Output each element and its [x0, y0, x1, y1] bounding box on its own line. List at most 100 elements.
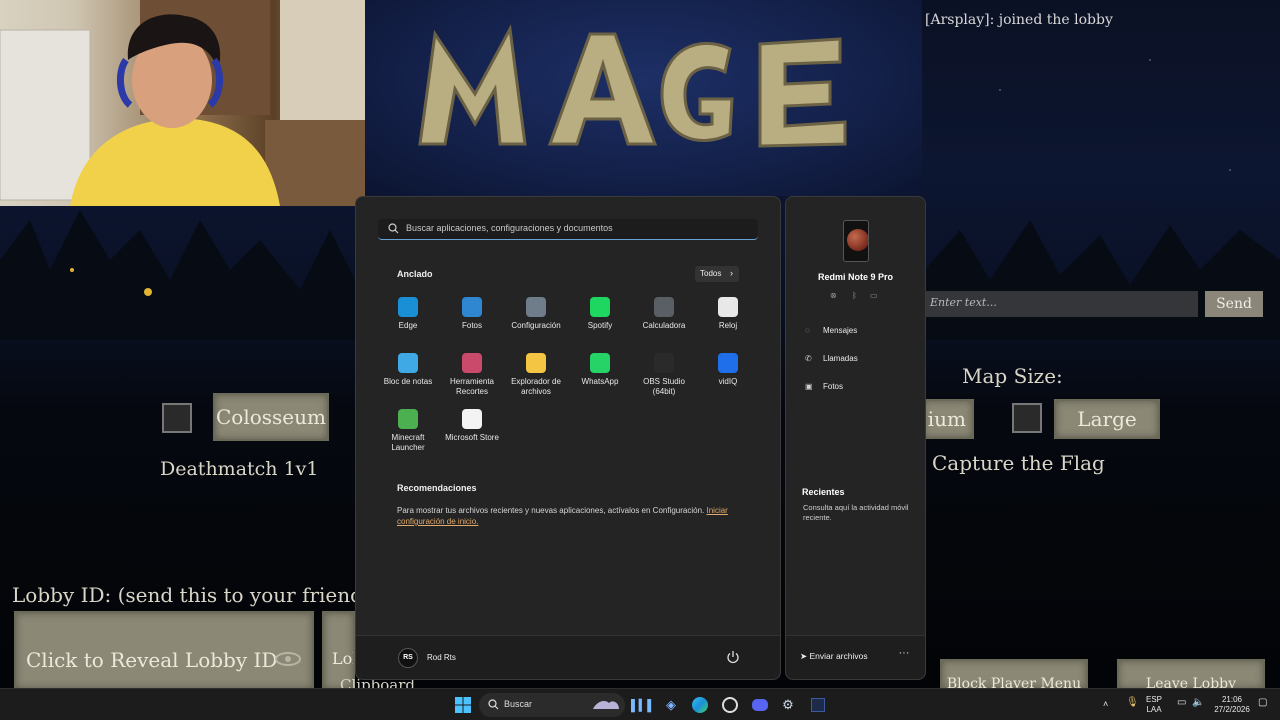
taskbar-discord-app[interactable] — [749, 694, 771, 716]
phone-item-photos[interactable]: ▣ Fotos — [805, 382, 843, 391]
pinned-app-label: Explorador de archivos — [511, 377, 561, 396]
spotify-icon — [590, 297, 610, 317]
network-icon[interactable]: ▭ — [1177, 698, 1186, 708]
search-icon — [488, 699, 499, 710]
photos-icon — [462, 297, 482, 317]
capture-the-flag-label: Capture the Flag — [932, 451, 1105, 475]
pinned-app-label: Edge — [398, 321, 418, 330]
all-apps-button[interactable]: Todos › — [695, 266, 739, 282]
phone-link-panel: Redmi Note 9 Pro ⊗ ᛒ ▭ ◌ Mensajes ✆ Llamad… — [785, 196, 926, 680]
start-button[interactable] — [452, 694, 474, 716]
microphone-icon[interactable]: 🎙 — [1126, 698, 1139, 708]
eye-icon — [275, 652, 301, 666]
taskbar-steam-app[interactable]: ⚙ — [777, 694, 799, 716]
pinned-app-store[interactable]: Microsoft Store — [440, 409, 504, 443]
pinned-app-label: Bloc de notas — [383, 377, 433, 386]
phone-item-label: Mensajes — [823, 326, 858, 335]
colosseum-button[interactable]: Colosseum — [213, 393, 329, 441]
pinned-app-vidiq[interactable]: vidIQ — [696, 353, 760, 387]
notification-icon[interactable]: ▢ — [1258, 698, 1267, 708]
recent-text: Consulta aquí la actividad móvil recient… — [803, 503, 909, 522]
edge-icon — [398, 297, 418, 317]
start-search-box[interactable]: Buscar aplicaciones, configuraciones y d… — [378, 219, 758, 240]
store-icon — [462, 409, 482, 429]
pinned-app-file-explorer[interactable]: Explorador de archivos — [504, 353, 568, 397]
colosseum-checkbox[interactable] — [162, 403, 192, 433]
block-player-menu-button[interactable]: Block Player Menu — [940, 659, 1088, 688]
phone-item-messages[interactable]: ◌ Mensajes — [805, 326, 857, 335]
obs-icon — [722, 697, 738, 713]
keyboard-layout: LAA — [1146, 705, 1162, 714]
taskbar-search[interactable]: Buscar — [479, 693, 625, 717]
close-circle-icon: ⊗ — [830, 291, 837, 300]
battery-icon: ▭ — [870, 291, 878, 300]
pinned-app-photos[interactable]: Fotos — [440, 297, 504, 331]
chat-input[interactable]: Enter text... — [924, 291, 1198, 317]
pinned-app-snipping-tool[interactable]: Herramienta Recortes — [440, 353, 504, 397]
send-files-label: Enviar archivos — [809, 651, 868, 661]
search-icon — [388, 223, 399, 234]
taskbar-vidiq-app[interactable]: ◈ — [660, 694, 682, 716]
taskbar-audio-app[interactable]: ▌▍▌ — [630, 694, 656, 716]
chevron-right-icon: › — [730, 268, 733, 278]
large-map-checkbox[interactable] — [1012, 403, 1042, 433]
pinned-app-label: Calculadora — [642, 321, 686, 330]
settings-icon — [526, 297, 546, 317]
pinned-app-calculator[interactable]: Calculadora — [632, 297, 696, 331]
taskbar-obs-app[interactable] — [719, 694, 741, 716]
reveal-lobby-id-button[interactable]: Click to Reveal Lobby ID — [14, 611, 314, 688]
steam-icon: ⚙ — [782, 697, 794, 712]
whatsapp-icon — [590, 353, 610, 373]
discord-icon — [752, 699, 768, 711]
game-icon — [811, 698, 825, 712]
deathmatch-label: Deathmatch 1v1 — [160, 458, 319, 480]
chat-send-button[interactable]: Send — [1205, 291, 1263, 317]
taskbar-edge-app[interactable] — [689, 694, 711, 716]
clock[interactable]: 21:06 27/2/2026 — [1210, 695, 1254, 715]
notepad-icon — [398, 353, 418, 373]
copy-button-label: Lol — [332, 649, 355, 668]
taskbar-game-app[interactable] — [807, 694, 829, 716]
pinned-app-label: Herramienta Recortes — [449, 377, 494, 396]
chevron-up-icon[interactable]: ˄ — [1103, 699, 1108, 709]
pinned-app-clock[interactable]: Reloj — [696, 297, 760, 331]
pinned-app-spotify[interactable]: Spotify — [568, 297, 632, 331]
calculator-icon — [654, 297, 674, 317]
phone-footer: ➤ Enviar archivos ··· — [786, 635, 925, 679]
pinned-app-minecraft[interactable]: Minecraft Launcher — [376, 409, 440, 453]
pinned-app-label: Fotos — [461, 321, 482, 330]
user-avatar[interactable]: RS — [398, 648, 418, 668]
phone-item-calls[interactable]: ✆ Llamadas — [805, 354, 858, 363]
waveform-icon: ▌▍▌ — [630, 699, 656, 712]
recommendations-title: Recomendaciones — [397, 483, 477, 493]
pinned-title: Anclado — [397, 269, 433, 279]
phone-icon: ✆ — [805, 354, 812, 363]
pinned-app-obs[interactable]: OBS Studio (64bit) — [632, 353, 696, 397]
power-icon[interactable] — [726, 650, 740, 664]
snipping-tool-icon — [462, 353, 482, 373]
language-code: ESP — [1146, 695, 1163, 704]
date: 27/2/2026 — [1214, 705, 1250, 714]
mage-logo — [418, 24, 847, 148]
leave-lobby-button[interactable]: Leave Lobby — [1117, 659, 1265, 688]
pinned-app-label: WhatsApp — [581, 377, 619, 386]
pinned-app-notepad[interactable]: Bloc de notas — [376, 353, 440, 387]
recommendations-text: Para mostrar tus archivos recientes y nu… — [397, 506, 705, 515]
language-indicator[interactable]: ESP LAA — [1146, 695, 1162, 715]
user-name[interactable]: Rod Rts — [427, 653, 456, 662]
pinned-app-label: Configuración — [511, 321, 561, 330]
webcam-scene — [0, 0, 365, 206]
pinned-app-whatsapp[interactable]: WhatsApp — [568, 353, 632, 387]
pinned-app-settings[interactable]: Configuración — [504, 297, 568, 331]
medium-map-button[interactable]: ium — [922, 399, 974, 439]
edge-icon — [692, 697, 708, 713]
pinned-app-label: Reloj — [718, 321, 738, 330]
pinned-app-label: Spotify — [587, 321, 613, 330]
pinned-app-edge[interactable]: Edge — [376, 297, 440, 331]
more-options-button[interactable]: ··· — [895, 646, 913, 664]
volume-icon[interactable]: 🔈 — [1192, 698, 1204, 708]
map-size-label: Map Size: — [962, 364, 1063, 388]
device-name: Redmi Note 9 Pro — [817, 272, 893, 282]
large-map-button[interactable]: Large — [1054, 399, 1160, 439]
send-files-button[interactable]: ➤ Enviar archivos — [800, 651, 868, 662]
